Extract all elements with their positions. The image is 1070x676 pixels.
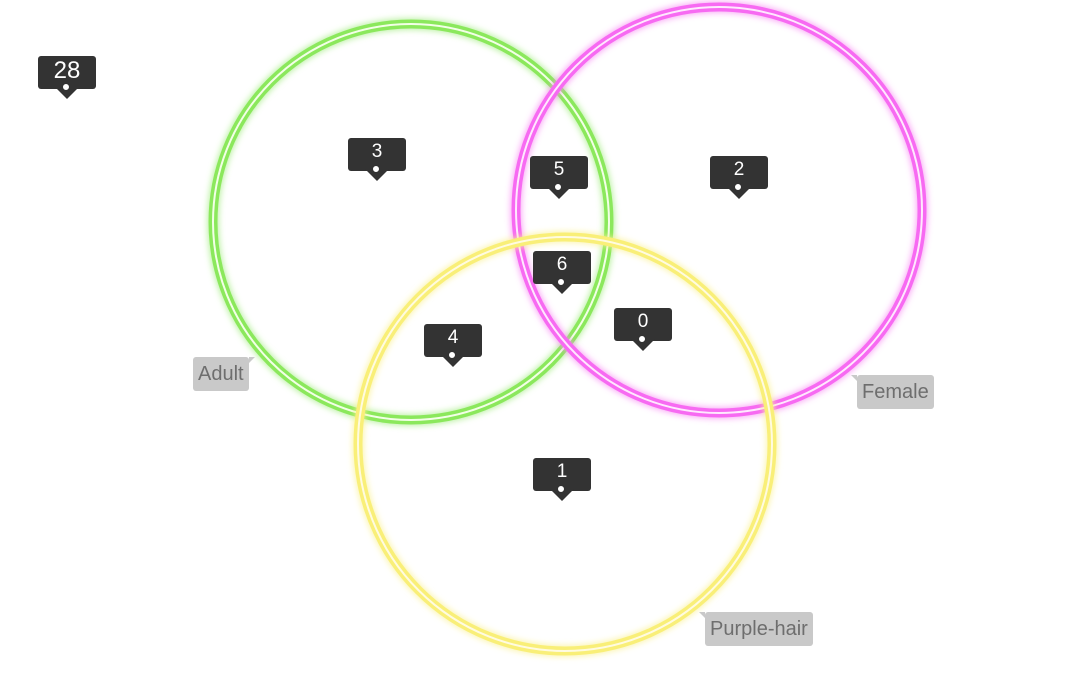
female-set-label[interactable]: Female xyxy=(851,375,934,409)
region-purple-only[interactable]: 1 xyxy=(533,458,591,504)
female-label-text: Female xyxy=(862,381,929,403)
region-adult-female[interactable]: 5 xyxy=(530,156,588,202)
region-female-purple[interactable]: 0 xyxy=(614,308,672,354)
purple-hair-set-label[interactable]: Purple-hair xyxy=(699,612,813,646)
region-count: 0 xyxy=(637,311,649,332)
region-adult-only[interactable]: 3 xyxy=(348,138,406,184)
universe-count-marker[interactable]: 28 xyxy=(38,56,96,102)
purple-hair-label-text: Purple-hair xyxy=(710,618,808,640)
region-adult-purple[interactable]: 4 xyxy=(424,324,482,370)
purple-hair-circle[interactable] xyxy=(353,232,777,656)
region-count: 3 xyxy=(371,141,383,162)
adult-label-text: Adult xyxy=(198,363,244,385)
region-count: 1 xyxy=(556,461,568,482)
universe-count: 28 xyxy=(53,57,81,84)
female-circle[interactable] xyxy=(511,2,927,418)
region-count: 5 xyxy=(553,159,565,180)
region-count: 2 xyxy=(733,159,745,180)
venn-circles xyxy=(208,2,927,656)
venn-diagram: 28 3 5 2 6 4 0 1 Adult Female Purple-hai… xyxy=(0,0,1070,676)
region-count: 4 xyxy=(447,327,459,348)
adult-set-label[interactable]: Adult xyxy=(193,357,255,391)
region-count: 6 xyxy=(556,254,568,275)
adult-circle[interactable] xyxy=(208,19,614,425)
region-female-only[interactable]: 2 xyxy=(710,156,768,202)
region-all-three[interactable]: 6 xyxy=(533,251,591,297)
